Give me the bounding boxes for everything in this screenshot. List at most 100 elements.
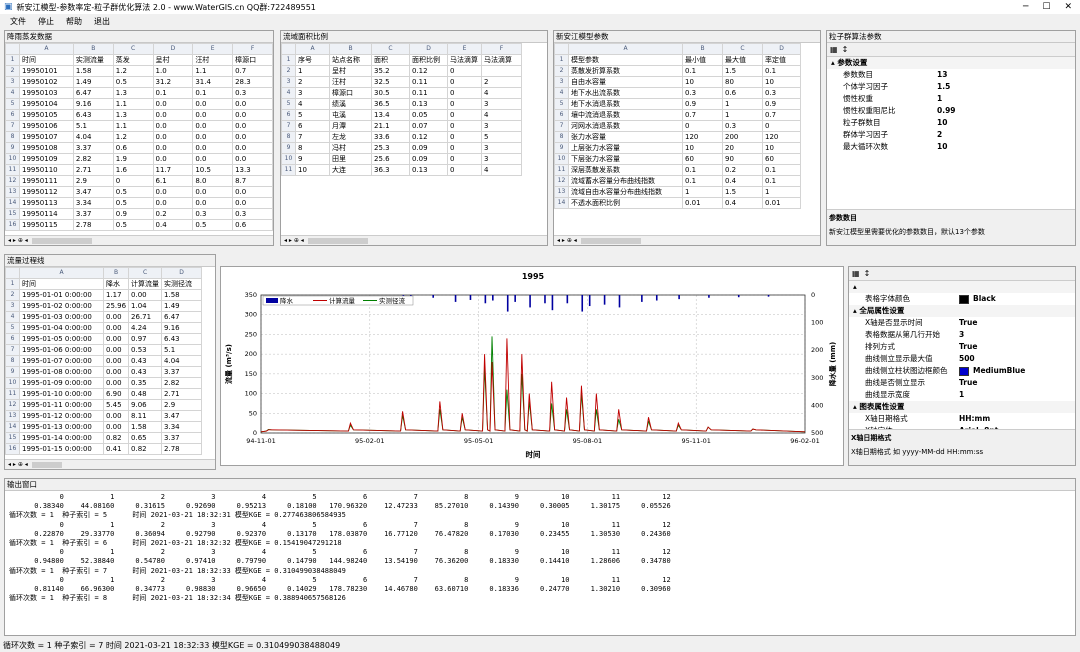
minimize-icon[interactable]: ─ [1023,2,1028,12]
table-cell[interactable]: 80 [722,76,763,88]
table-cell[interactable]: 0.4 [722,197,763,209]
table-cell[interactable]: 19950114 [18,208,74,220]
table-cell[interactable]: 0.01 [762,197,801,209]
column-header[interactable]: A [568,43,683,55]
property-row[interactable]: 最大循环次数 10 [827,141,1075,153]
property-value[interactable]: MediumBlue [959,365,1025,377]
table-row[interactable]: 13 1995-01-12 0:00:00 0.00 8.11 3.47 [5,410,203,422]
table-cell[interactable]: 6.47 [72,87,114,99]
table-cell[interactable]: 0.05 [409,109,448,121]
table-cell[interactable]: 0.13 [409,164,448,176]
table-cell[interactable]: 0.0 [232,120,273,132]
table-cell[interactable]: 0.12 [409,65,448,77]
table-cell[interactable]: 3 [481,153,522,165]
table-cell[interactable]: 1.17 [102,289,130,301]
property-row[interactable]: 个体学习因子 1.5 [827,81,1075,93]
table-cell[interactable]: 0.0 [232,98,273,110]
table-cell[interactable]: 3.37 [72,208,114,220]
table-row[interactable]: 9 上层张力水容量 10 20 10 [554,142,801,154]
row-header[interactable]: 3 [281,76,296,88]
table-cell[interactable]: 4 [481,87,522,99]
table-cell[interactable]: 0.0 [192,98,234,110]
table-cell[interactable]: 自由水容量 [568,76,683,88]
property-category[interactable]: ▴ 图表属性设置 [849,401,1075,413]
table-cell[interactable]: 1 [295,65,330,77]
table-cell[interactable]: 屯溪 [329,109,372,121]
property-value[interactable]: 3 [959,329,964,341]
table-cell[interactable]: 0.6 [232,219,273,231]
table-cell[interactable]: 计算流量 [128,278,163,290]
table-cell[interactable]: 0.5 [112,219,154,231]
property-value[interactable]: 10 [937,117,947,129]
table-cell[interactable]: 90 [722,153,763,165]
table-cell[interactable]: 1.6 [112,164,154,176]
table-cell[interactable]: 地下水出流系数 [568,87,683,99]
table-cell[interactable]: 最小值 [682,54,723,66]
row-header[interactable]: 5 [5,98,20,110]
property-category[interactable]: ▴ 参数设置 [827,57,1075,69]
row-header[interactable]: 2 [5,289,20,301]
row-header[interactable]: 2 [281,65,296,77]
row-header[interactable]: 15 [5,208,20,220]
property-value[interactable]: True [959,377,977,389]
table-cell[interactable]: 3 [481,120,522,132]
column-header[interactable]: D [409,43,448,55]
basin-grid[interactable]: A B C D E F 1 序号 站点名称 面积 面积比例 马法滴算 马法滴算 2 1 呈村 35.2 0.12 0… [281,43,547,176]
row-header[interactable]: 14 [5,197,20,209]
table-cell[interactable]: 樟源口 [232,54,273,66]
property-value[interactable]: True [959,341,977,353]
table-row[interactable]: 6 壤中流消退系数 0.7 1 0.7 [554,109,801,121]
table-cell[interactable]: 6 [295,120,330,132]
table-cell[interactable]: 1.1 [112,120,154,132]
property-category[interactable]: ▴ [849,281,1075,293]
property-value[interactable]: 10 [937,141,947,153]
table-cell[interactable]: 3.37 [72,142,114,154]
table-cell[interactable]: 0.01 [682,197,723,209]
table-cell[interactable]: 0.13 [409,98,448,110]
table-row[interactable]: 2 19950101 1.58 1.2 1.0 1.1 0.7 [5,65,273,77]
table-cell[interactable]: 0.00 [102,410,130,422]
table-row[interactable]: 4 1995-01-03 0:00:00 0.00 26.71 6.47 [5,311,203,323]
row-header[interactable]: 11 [5,164,20,176]
row-header[interactable]: 16 [5,443,20,455]
table-cell[interactable]: 1995-01-12 0:00:00 [19,410,104,422]
table-cell[interactable]: 25.96 [102,300,130,312]
row-header[interactable]: 12 [554,175,569,187]
row-header[interactable]: 2 [554,65,569,77]
table-cell[interactable]: 面积 [371,54,410,66]
table-cell[interactable]: 1.04 [128,300,163,312]
table-cell[interactable]: 0.3 [192,208,234,220]
menu-file[interactable]: 文件 [10,16,26,27]
table-row[interactable]: 1 序号 站点名称 面积 面积比例 马法滴算 马法滴算 [281,54,522,66]
table-cell[interactable]: 28.3 [232,76,273,88]
table-cell[interactable]: 0.2 [152,208,194,220]
table-cell[interactable]: 月潭 [329,120,372,132]
table-cell[interactable]: 0.0 [192,109,234,121]
table-cell[interactable]: 0.0 [152,120,194,132]
table-row[interactable]: 3 自由水容量 10 80 10 [554,76,801,88]
table-cell[interactable]: 0.12 [409,131,448,143]
table-cell[interactable]: 60 [762,153,801,165]
table-cell[interactable]: 0.00 [102,333,130,345]
table-cell[interactable]: 实测径流 [161,278,203,290]
column-header[interactable]: C [722,43,763,55]
table-cell[interactable]: 19950113 [18,197,74,209]
column-header[interactable]: E [192,43,234,55]
property-row[interactable]: 曲线显示宽度 1 [849,389,1075,401]
row-header[interactable]: 7 [5,120,20,132]
table-cell[interactable]: 10 [682,76,723,88]
table-row[interactable]: 2 1995-01-01 0:00:00 1.17 0.00 1.58 [5,289,203,301]
table-cell[interactable]: 0.5 [112,186,154,198]
menu-help[interactable]: 帮助 [66,16,82,27]
table-cell[interactable] [481,65,522,77]
table-cell[interactable]: 0 [447,153,482,165]
column-header[interactable]: A [18,43,74,55]
table-cell[interactable]: 0.9 [682,98,723,110]
table-row[interactable]: 8 张力水容量 120 200 120 [554,131,801,143]
table-cell[interactable]: 0.0 [152,197,194,209]
column-header[interactable]: A [19,267,104,279]
table-row[interactable]: 1 模型参数 最小值 最大值 率定值 [554,54,801,66]
table-row[interactable]: 12 流域蓄水容量分布曲线指数 0.1 0.4 0.1 [554,175,801,187]
table-cell[interactable]: 60 [682,153,723,165]
table-cell[interactable]: 1.2 [112,65,154,77]
